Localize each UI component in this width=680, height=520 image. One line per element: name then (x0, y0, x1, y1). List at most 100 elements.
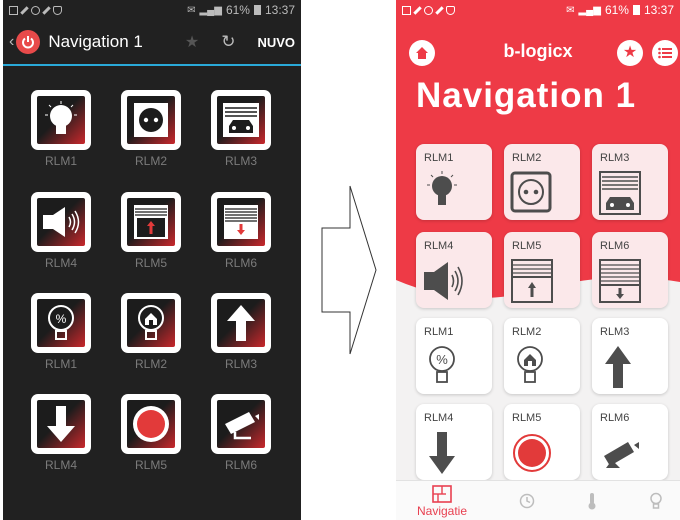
tile-rlm4-down[interactable]: RLM4 (31, 394, 91, 474)
nav-navigatie[interactable]: Navigatie (412, 481, 472, 520)
menu-button[interactable] (652, 40, 678, 66)
left-phone-screen: ✉ ▂▄▆ 61% 13:37 ‹ Navigation 1 ★ ↻ NUVO … (3, 0, 301, 520)
wrench-icon (42, 5, 51, 15)
tile-label: RLM5 (512, 412, 542, 424)
tile-label: RLM2 (512, 326, 542, 338)
star-icon[interactable]: ★ (185, 32, 199, 52)
battery-percent: 61% (225, 3, 250, 17)
wrench-icon (435, 5, 444, 15)
wrench-icon (20, 5, 29, 15)
tile-rlm4-speaker[interactable]: RLM4 (416, 232, 492, 308)
tile-rlm2-house-bulb[interactable]: RLM2 (121, 293, 181, 373)
right-arrow-icon (321, 185, 377, 355)
tile-rlm3-up[interactable]: RLM3 (592, 318, 668, 394)
back-chevron-icon[interactable]: ‹ (9, 33, 14, 51)
list-icon (658, 47, 672, 59)
tile-rlm1-light[interactable]: RLM1 (31, 90, 91, 170)
tile-rlm5-shutter-up[interactable]: RLM5 (504, 232, 580, 308)
dimmer-bulb-icon: % (48, 305, 74, 340)
right-app-bar: b-logicx ★ (396, 28, 680, 72)
tile-rlm5-record[interactable]: RLM5 (121, 394, 181, 474)
tile-rlm6-camera[interactable]: RLM6 (211, 394, 271, 474)
tile-rlm4-down[interactable]: RLM4 (416, 404, 492, 480)
shutter-up-icon (511, 259, 553, 303)
lightbulb-icon (45, 101, 77, 134)
tile-rlm4-speaker[interactable]: RLM4 (31, 192, 91, 272)
socket-icon (510, 171, 552, 213)
tile-label: RLM2 (512, 152, 542, 164)
power-button[interactable] (16, 30, 41, 54)
dimmer-bulb-icon: % (429, 346, 455, 383)
svg-text:%: % (436, 352, 448, 367)
tile-label: RLM5 (512, 240, 542, 252)
power-icon (22, 36, 35, 49)
notification-icon (402, 5, 411, 15)
arrow-down-icon (429, 432, 455, 474)
gear-icon (424, 5, 433, 15)
tile-label: RLM4 (424, 240, 454, 252)
camera-icon (225, 412, 259, 440)
nfc-icon: ✉ (566, 4, 575, 16)
page-title: Navigation 1 (48, 32, 143, 51)
nav-label: Navigatie (416, 503, 468, 518)
shield-icon (446, 5, 455, 15)
record-button-icon (133, 406, 169, 442)
tile-rlm2-house-bulb[interactable]: RLM2 (504, 318, 580, 394)
bottom-navigation: Navigatie (396, 480, 680, 520)
tile-label: RLM4 (44, 458, 77, 472)
tile-label: RLM3 (224, 357, 257, 371)
tile-label: RLM4 (424, 412, 454, 424)
tile-label: RLM1 (424, 152, 454, 164)
house-bulb-icon (517, 346, 543, 383)
tile-label: RLM6 (600, 240, 630, 252)
battery-icon (632, 5, 640, 15)
tile-rlm3-garage[interactable]: RLM3 (211, 90, 271, 170)
signal-icon: ▂▄▆ (199, 4, 222, 16)
tile-rlm3-garage[interactable]: RLM3 (592, 144, 668, 220)
socket-icon (134, 103, 168, 137)
tile-rlm5-shutter-up[interactable]: RLM5 (121, 192, 181, 272)
tile-rlm1-dimmer[interactable]: RLM1 % (416, 318, 492, 394)
refresh-icon[interactable]: ↻ (221, 32, 235, 52)
tile-label: RLM5 (134, 458, 167, 472)
tile-label: RLM2 (134, 154, 167, 168)
tile-rlm1-dimmer[interactable]: % RLM1 (31, 293, 91, 373)
tile-rlm2-socket[interactable]: RLM2 (504, 144, 580, 220)
nuvo-button[interactable]: NUVO (257, 35, 295, 50)
tile-rlm6-shutter-down[interactable]: RLM6 (592, 232, 668, 308)
tile-label: RLM1 (424, 326, 454, 338)
left-app-bar: ‹ Navigation 1 ★ ↻ NUVO (3, 20, 301, 66)
record-button-icon (513, 434, 551, 472)
right-phone-screen: ✉ ▂▄▆ 61% 13:37 b-logicx ★ Navigation 1 … (396, 0, 680, 520)
nav-lights[interactable] (648, 481, 664, 520)
clock-icon (519, 493, 535, 509)
favorite-button[interactable]: ★ (617, 40, 643, 66)
tile-rlm6-camera[interactable]: RLM6 (592, 404, 668, 480)
tile-rlm1-light[interactable]: RLM1 (416, 144, 492, 220)
battery-percent: 61% (604, 3, 629, 17)
left-status-icons (9, 5, 62, 15)
shutter-down-icon (599, 259, 641, 303)
tile-rlm3-up[interactable]: RLM3 (211, 293, 271, 373)
star-icon: ★ (622, 44, 638, 61)
speaker-icon (424, 262, 463, 300)
nfc-icon: ✉ (187, 4, 196, 16)
thermometer-icon (588, 493, 596, 510)
speaker-icon (43, 207, 80, 237)
gear-icon (31, 5, 40, 15)
tile-rlm6-shutter-down[interactable]: RLM6 (211, 192, 271, 272)
garage-car-icon (223, 103, 259, 137)
nav-temperature[interactable] (584, 481, 600, 520)
tile-label: RLM5 (134, 256, 167, 270)
battery-icon (253, 5, 261, 15)
tile-label: RLM6 (600, 412, 630, 424)
nav-timer[interactable] (516, 481, 538, 520)
transition-arrow (320, 184, 380, 356)
floor-plan-icon (432, 484, 452, 503)
wrench-icon (413, 5, 422, 15)
right-status-bar: ✉ ▂▄▆ 61% 13:37 (396, 0, 680, 20)
signal-icon: ▂▄▆ (578, 4, 601, 16)
clock: 13:37 (264, 3, 295, 17)
tile-rlm2-socket[interactable]: RLM2 (121, 90, 181, 170)
tile-rlm5-record[interactable]: RLM5 (504, 404, 580, 480)
